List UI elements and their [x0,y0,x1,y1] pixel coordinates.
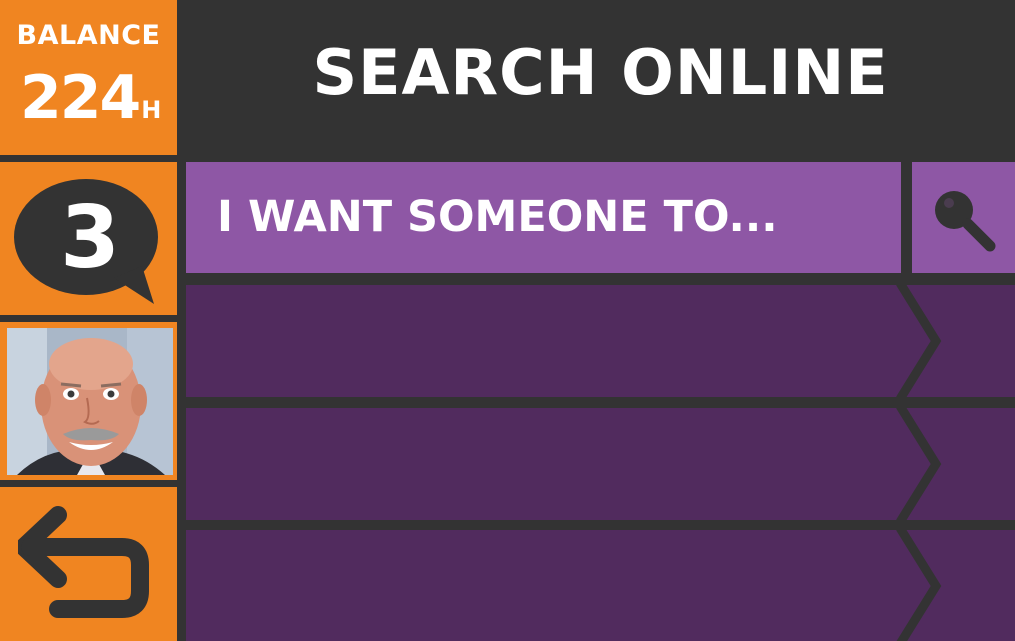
balance-label: BALANCE [16,20,161,51]
chevron-right-icon [896,285,942,397]
result-row[interactable] [186,408,1015,520]
result-row[interactable] [186,530,1015,641]
profile-button[interactable] [0,322,177,480]
chevron-right-icon [896,408,942,520]
balance-value: 224 [20,63,141,133]
balance-panel: BALANCE 224H [0,0,177,155]
chevron-right-icon [896,530,942,641]
result-row[interactable] [186,285,1015,397]
back-button[interactable] [0,487,177,641]
search-input[interactable]: I WANT SOMEONE TO... [186,162,901,273]
header: SEARCH ONLINE [186,0,1015,155]
user-photo [7,328,173,475]
avatar [7,328,173,475]
search-button[interactable] [912,162,1015,273]
balance-amount: 224H [20,66,161,142]
messages-button[interactable]: 3 [0,162,177,315]
balance-unit: H [141,96,162,124]
app-screen: BALANCE 224H 3 SEARCH ONLINE I WANT SOME… [0,0,1015,641]
search-query: I WANT SOMEONE TO... [217,192,778,242]
back-arrow-icon [18,506,149,618]
page-title: SEARCH ONLINE [312,36,889,109]
message-count: 3 [60,188,120,288]
search-icon [935,191,996,252]
